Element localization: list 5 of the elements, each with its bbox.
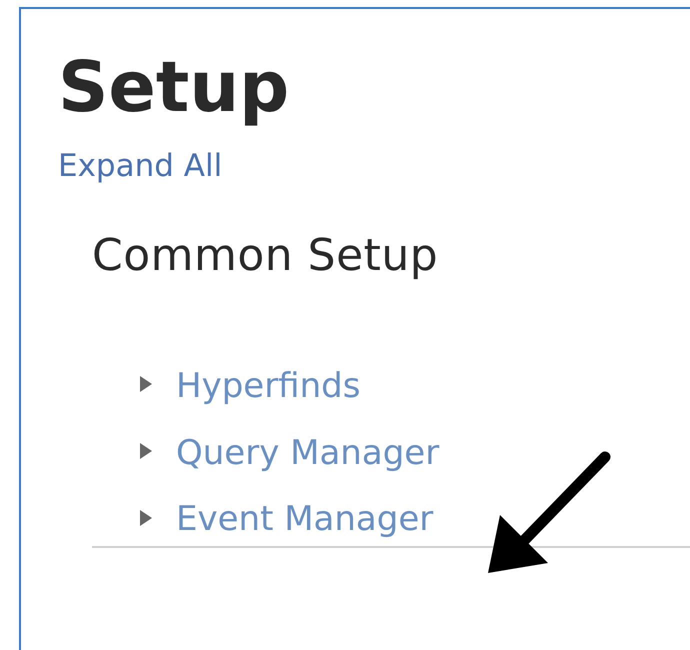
tree-item-link[interactable]: Event Manager (176, 493, 434, 546)
tree-item-link[interactable]: Hyperfinds (176, 360, 360, 413)
section-title: Common Setup (92, 234, 440, 278)
expand-all-link[interactable]: Expand All (58, 148, 222, 184)
tree-item-link[interactable]: Query Manager (176, 426, 440, 480)
